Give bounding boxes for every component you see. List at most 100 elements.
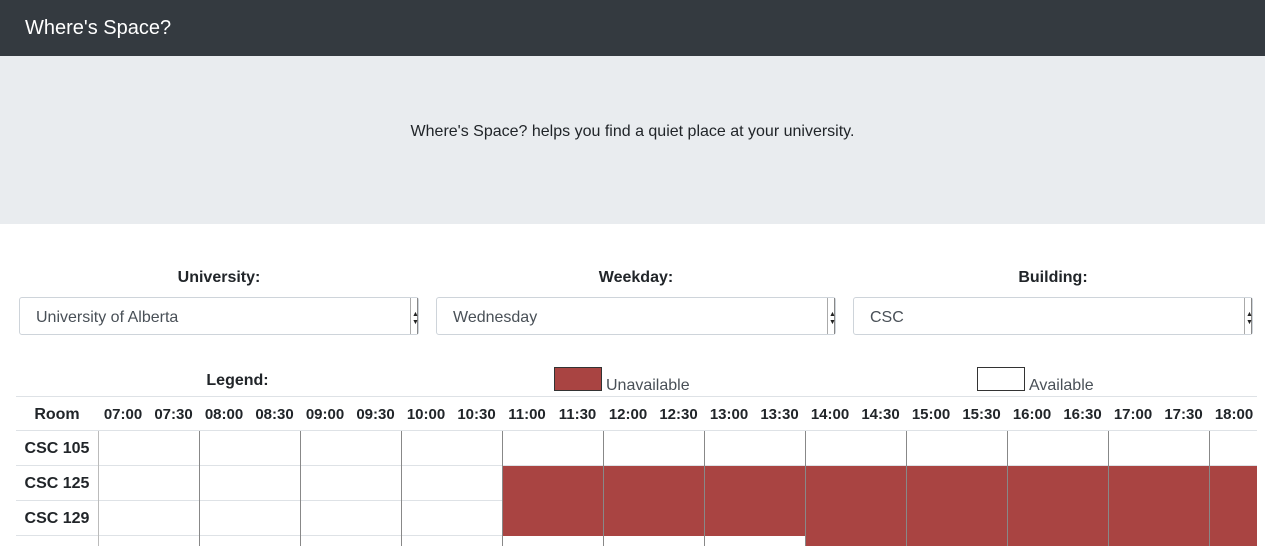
slot-available[interactable] bbox=[300, 431, 351, 466]
slot-available[interactable] bbox=[704, 536, 755, 546]
slot-unavailable[interactable] bbox=[1209, 466, 1257, 501]
weekday-select[interactable]: Wednesday ▲ ▼ bbox=[436, 297, 836, 335]
slot-available[interactable] bbox=[957, 431, 1008, 466]
slot-available[interactable] bbox=[98, 431, 149, 466]
slot-available[interactable] bbox=[149, 466, 200, 501]
slot-unavailable[interactable] bbox=[653, 501, 704, 536]
slot-available[interactable] bbox=[553, 431, 604, 466]
slot-unavailable[interactable] bbox=[653, 466, 704, 501]
slot-available[interactable] bbox=[98, 501, 149, 536]
slot-available[interactable] bbox=[401, 501, 452, 536]
slot-available[interactable] bbox=[351, 431, 402, 466]
slot-available[interactable] bbox=[149, 536, 200, 546]
slot-unavailable[interactable] bbox=[855, 466, 906, 501]
app-title[interactable]: Where's Space? bbox=[25, 16, 171, 40]
slot-unavailable[interactable] bbox=[1007, 501, 1058, 536]
slot-available[interactable] bbox=[351, 466, 402, 501]
slot-available[interactable] bbox=[654, 431, 705, 466]
slot-unavailable[interactable] bbox=[855, 536, 906, 546]
slot-unavailable[interactable] bbox=[805, 501, 856, 536]
university-select[interactable]: University of Alberta ▲ ▼ bbox=[19, 297, 419, 335]
dropdown-arrow-icon[interactable]: ▲ ▼ bbox=[1244, 298, 1253, 334]
slot-available[interactable] bbox=[401, 431, 452, 466]
slot-unavailable[interactable] bbox=[1158, 466, 1209, 501]
slot-available[interactable] bbox=[452, 536, 503, 546]
slot-available[interactable] bbox=[1108, 431, 1159, 466]
slot-available[interactable] bbox=[603, 431, 654, 466]
slot-available[interactable] bbox=[300, 466, 351, 501]
slot-available[interactable] bbox=[1209, 431, 1257, 466]
slot-unavailable[interactable] bbox=[906, 536, 957, 546]
slot-unavailable[interactable] bbox=[805, 466, 856, 501]
slot-unavailable[interactable] bbox=[603, 501, 654, 536]
slot-unavailable[interactable] bbox=[1158, 501, 1209, 536]
slot-available[interactable] bbox=[755, 536, 806, 546]
slot-unavailable[interactable] bbox=[1209, 536, 1257, 546]
slot-available[interactable] bbox=[199, 431, 250, 466]
slot-unavailable[interactable] bbox=[1158, 536, 1209, 546]
slot-available[interactable] bbox=[856, 431, 907, 466]
slot-unavailable[interactable] bbox=[502, 501, 553, 536]
slot-unavailable[interactable] bbox=[1108, 466, 1159, 501]
slot-unavailable[interactable] bbox=[1057, 466, 1108, 501]
slot-available[interactable] bbox=[603, 536, 654, 546]
slot-unavailable[interactable] bbox=[704, 501, 755, 536]
slot-available[interactable] bbox=[149, 431, 200, 466]
slot-available[interactable] bbox=[502, 536, 553, 546]
slot-unavailable[interactable] bbox=[855, 501, 906, 536]
slot-unavailable[interactable] bbox=[956, 536, 1007, 546]
slot-available[interactable] bbox=[704, 431, 755, 466]
slot-unavailable[interactable] bbox=[956, 501, 1007, 536]
slot-available[interactable] bbox=[401, 536, 452, 546]
slot-available[interactable] bbox=[755, 431, 806, 466]
slot-unavailable[interactable] bbox=[1108, 536, 1159, 546]
slot-unavailable[interactable] bbox=[603, 466, 654, 501]
slot-unavailable[interactable] bbox=[704, 466, 755, 501]
slot-available[interactable] bbox=[452, 431, 503, 466]
slot-available[interactable] bbox=[805, 431, 856, 466]
slot-available[interactable] bbox=[250, 536, 301, 546]
slot-available[interactable] bbox=[351, 536, 402, 546]
slot-available[interactable] bbox=[149, 501, 200, 536]
slot-available[interactable] bbox=[1058, 431, 1109, 466]
slot-unavailable[interactable] bbox=[1057, 501, 1108, 536]
dropdown-arrow-icon[interactable]: ▲ ▼ bbox=[410, 298, 419, 334]
slot-available[interactable] bbox=[906, 431, 957, 466]
slot-available[interactable] bbox=[199, 536, 250, 546]
slot-unavailable[interactable] bbox=[1108, 501, 1159, 536]
slot-unavailable[interactable] bbox=[552, 466, 603, 501]
slot-available[interactable] bbox=[98, 536, 149, 546]
time-column-header: 12:00 bbox=[608, 406, 648, 423]
slot-unavailable[interactable] bbox=[552, 501, 603, 536]
slot-unavailable[interactable] bbox=[906, 501, 957, 536]
slot-available[interactable] bbox=[452, 466, 503, 501]
slot-available[interactable] bbox=[401, 466, 452, 501]
slot-available[interactable] bbox=[300, 501, 351, 536]
slot-available[interactable] bbox=[250, 501, 301, 536]
slot-unavailable[interactable] bbox=[754, 501, 805, 536]
slot-available[interactable] bbox=[1159, 431, 1210, 466]
slot-unavailable[interactable] bbox=[1209, 501, 1257, 536]
slot-available[interactable] bbox=[351, 501, 402, 536]
slot-available[interactable] bbox=[250, 431, 301, 466]
slot-unavailable[interactable] bbox=[906, 466, 957, 501]
slot-unavailable[interactable] bbox=[1057, 536, 1108, 546]
slot-available[interactable] bbox=[98, 466, 149, 501]
slot-unavailable[interactable] bbox=[754, 466, 805, 501]
slot-unavailable[interactable] bbox=[1007, 466, 1058, 501]
slot-unavailable[interactable] bbox=[805, 536, 856, 546]
slot-available[interactable] bbox=[553, 536, 604, 546]
slot-unavailable[interactable] bbox=[956, 466, 1007, 501]
slot-available[interactable] bbox=[300, 536, 351, 546]
dropdown-arrow-icon[interactable]: ▲ ▼ bbox=[827, 298, 836, 334]
slot-available[interactable] bbox=[452, 501, 503, 536]
slot-unavailable[interactable] bbox=[1007, 536, 1058, 546]
slot-available[interactable] bbox=[199, 501, 250, 536]
slot-available[interactable] bbox=[1007, 431, 1058, 466]
slot-unavailable[interactable] bbox=[502, 466, 553, 501]
slot-available[interactable] bbox=[250, 466, 301, 501]
slot-available[interactable] bbox=[654, 536, 705, 546]
building-select[interactable]: CSC ▲ ▼ bbox=[853, 297, 1253, 335]
slot-available[interactable] bbox=[502, 431, 553, 466]
slot-available[interactable] bbox=[199, 466, 250, 501]
